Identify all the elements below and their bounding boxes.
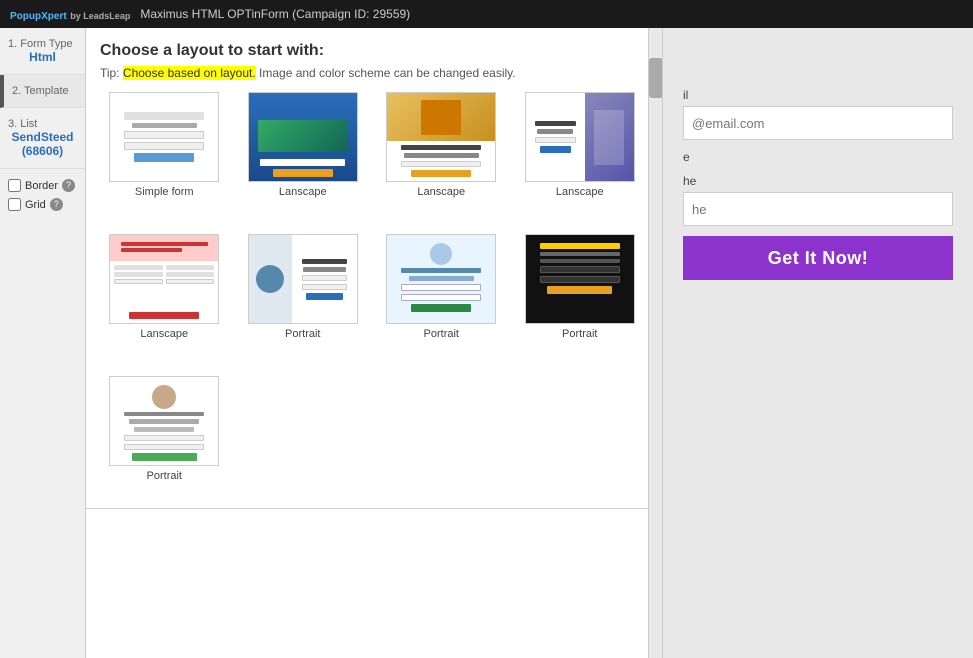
layout-thumb-lanscape-4[interactable]: [109, 234, 219, 324]
layout-label-portrait-1: Portrait: [285, 328, 320, 340]
field2-group: e: [683, 150, 953, 164]
center-panel: Choose a layout to start with: Tip: Choo…: [86, 28, 663, 658]
email-input[interactable]: [683, 106, 953, 140]
field3-input[interactable]: [683, 192, 953, 226]
grid-checkbox[interactable]: [8, 198, 21, 211]
grid-help-icon[interactable]: ?: [50, 198, 63, 211]
sidebar-item-form-type[interactable]: 1. Form Type Html: [0, 28, 85, 75]
layout-thumb-portrait-3[interactable]: [525, 234, 635, 324]
layout-thumb-lanscape-1[interactable]: [248, 92, 358, 182]
layout-item-portrait-3[interactable]: Portrait: [516, 234, 645, 366]
layout-thumb-lanscape-2[interactable]: [386, 92, 496, 182]
scrollbar-track[interactable]: [648, 28, 662, 658]
layout-thumb-lanscape-3[interactable]: [525, 92, 635, 182]
layout-thumb-portrait-2[interactable]: [386, 234, 496, 324]
brand-logo: PopupXpert by LeadsLeap: [10, 7, 130, 22]
email-field-group: il: [683, 88, 953, 140]
step1-value: Html: [8, 50, 77, 64]
step3-value: SendSteed(68606): [8, 130, 77, 158]
get-it-now-button[interactable]: Get It Now!: [683, 236, 953, 280]
layout-label-lanscape-4: Lanscape: [140, 328, 188, 340]
step3-label: 3. List: [8, 118, 77, 130]
main-layout: 1. Form Type Html 2. Template 3. List Se…: [0, 28, 973, 658]
tip-highlight: Choose based on layout.: [123, 66, 256, 80]
border-checkbox[interactable]: [8, 179, 21, 192]
bottom-area: [86, 508, 662, 658]
layout-label-lanscape-2: Lanscape: [417, 186, 465, 198]
layout-item-portrait-4[interactable]: Portrait: [100, 376, 229, 508]
sidebar-item-template[interactable]: 2. Template: [0, 75, 85, 108]
grid-label: Grid: [25, 199, 46, 211]
layout-thumb-simple-form[interactable]: [109, 92, 219, 182]
email-label: il: [683, 88, 953, 102]
step1-label: 1. Form Type: [8, 38, 77, 50]
brand-name: PopupXpert: [10, 11, 67, 22]
form-preview: il e he Get It Now!: [663, 68, 973, 300]
border-checkbox-label[interactable]: Border ?: [8, 179, 77, 192]
step2-label: 2. Template: [12, 85, 77, 97]
scrollbar-thumb[interactable]: [649, 58, 663, 98]
sidebar: 1. Form Type Html 2. Template 3. List Se…: [0, 28, 86, 658]
grid-checkbox-label[interactable]: Grid ?: [8, 198, 77, 211]
layout-item-lanscape-2[interactable]: Lanscape: [377, 92, 506, 224]
field2-label: e: [683, 150, 953, 164]
right-panel: il e he Get It Now!: [663, 28, 973, 658]
layout-item-lanscape-4[interactable]: Lanscape: [100, 234, 229, 366]
layout-label-portrait-4: Portrait: [147, 470, 182, 482]
layout-item-lanscape-3[interactable]: Lanscape: [516, 92, 645, 224]
layout-item-lanscape-1[interactable]: Lanscape: [239, 92, 368, 224]
sidebar-extra-options: Border ? Grid ?: [0, 169, 85, 227]
border-help-icon[interactable]: ?: [62, 179, 75, 192]
border-label: Border: [25, 180, 58, 192]
topbar: PopupXpert by LeadsLeap Maximus HTML OPT…: [0, 0, 973, 28]
layout-item-portrait-2[interactable]: Portrait: [377, 234, 506, 366]
field3-group: he: [683, 174, 953, 226]
layout-item-portrait-1[interactable]: Portrait: [239, 234, 368, 366]
layout-label-simple-form: Simple form: [135, 186, 194, 198]
layout-thumb-portrait-4[interactable]: [109, 376, 219, 466]
layout-label-lanscape-3: Lanscape: [556, 186, 604, 198]
layout-chooser: Choose a layout to start with: Tip: Choo…: [86, 28, 662, 508]
tip-prefix: Tip:: [100, 66, 120, 80]
layout-grid: Simple form Lanscape: [100, 92, 648, 508]
layout-label-portrait-3: Portrait: [562, 328, 597, 340]
chooser-title: Choose a layout to start with:: [100, 42, 648, 60]
campaign-title: Maximus HTML OPTinForm (Campaign ID: 295…: [140, 7, 410, 21]
layout-label-lanscape-1: Lanscape: [279, 186, 327, 198]
layout-label-portrait-2: Portrait: [424, 328, 459, 340]
brand-sub: by LeadsLeap: [70, 11, 130, 21]
sidebar-item-list[interactable]: 3. List SendSteed(68606): [0, 108, 85, 169]
layout-thumb-portrait-1[interactable]: [248, 234, 358, 324]
layout-item-simple-form[interactable]: Simple form: [100, 92, 229, 224]
tip-suffix: Image and color scheme can be changed ea…: [259, 66, 516, 80]
field3-label: he: [683, 174, 953, 188]
chooser-tip: Tip: Choose based on layout. Image and c…: [100, 66, 648, 80]
